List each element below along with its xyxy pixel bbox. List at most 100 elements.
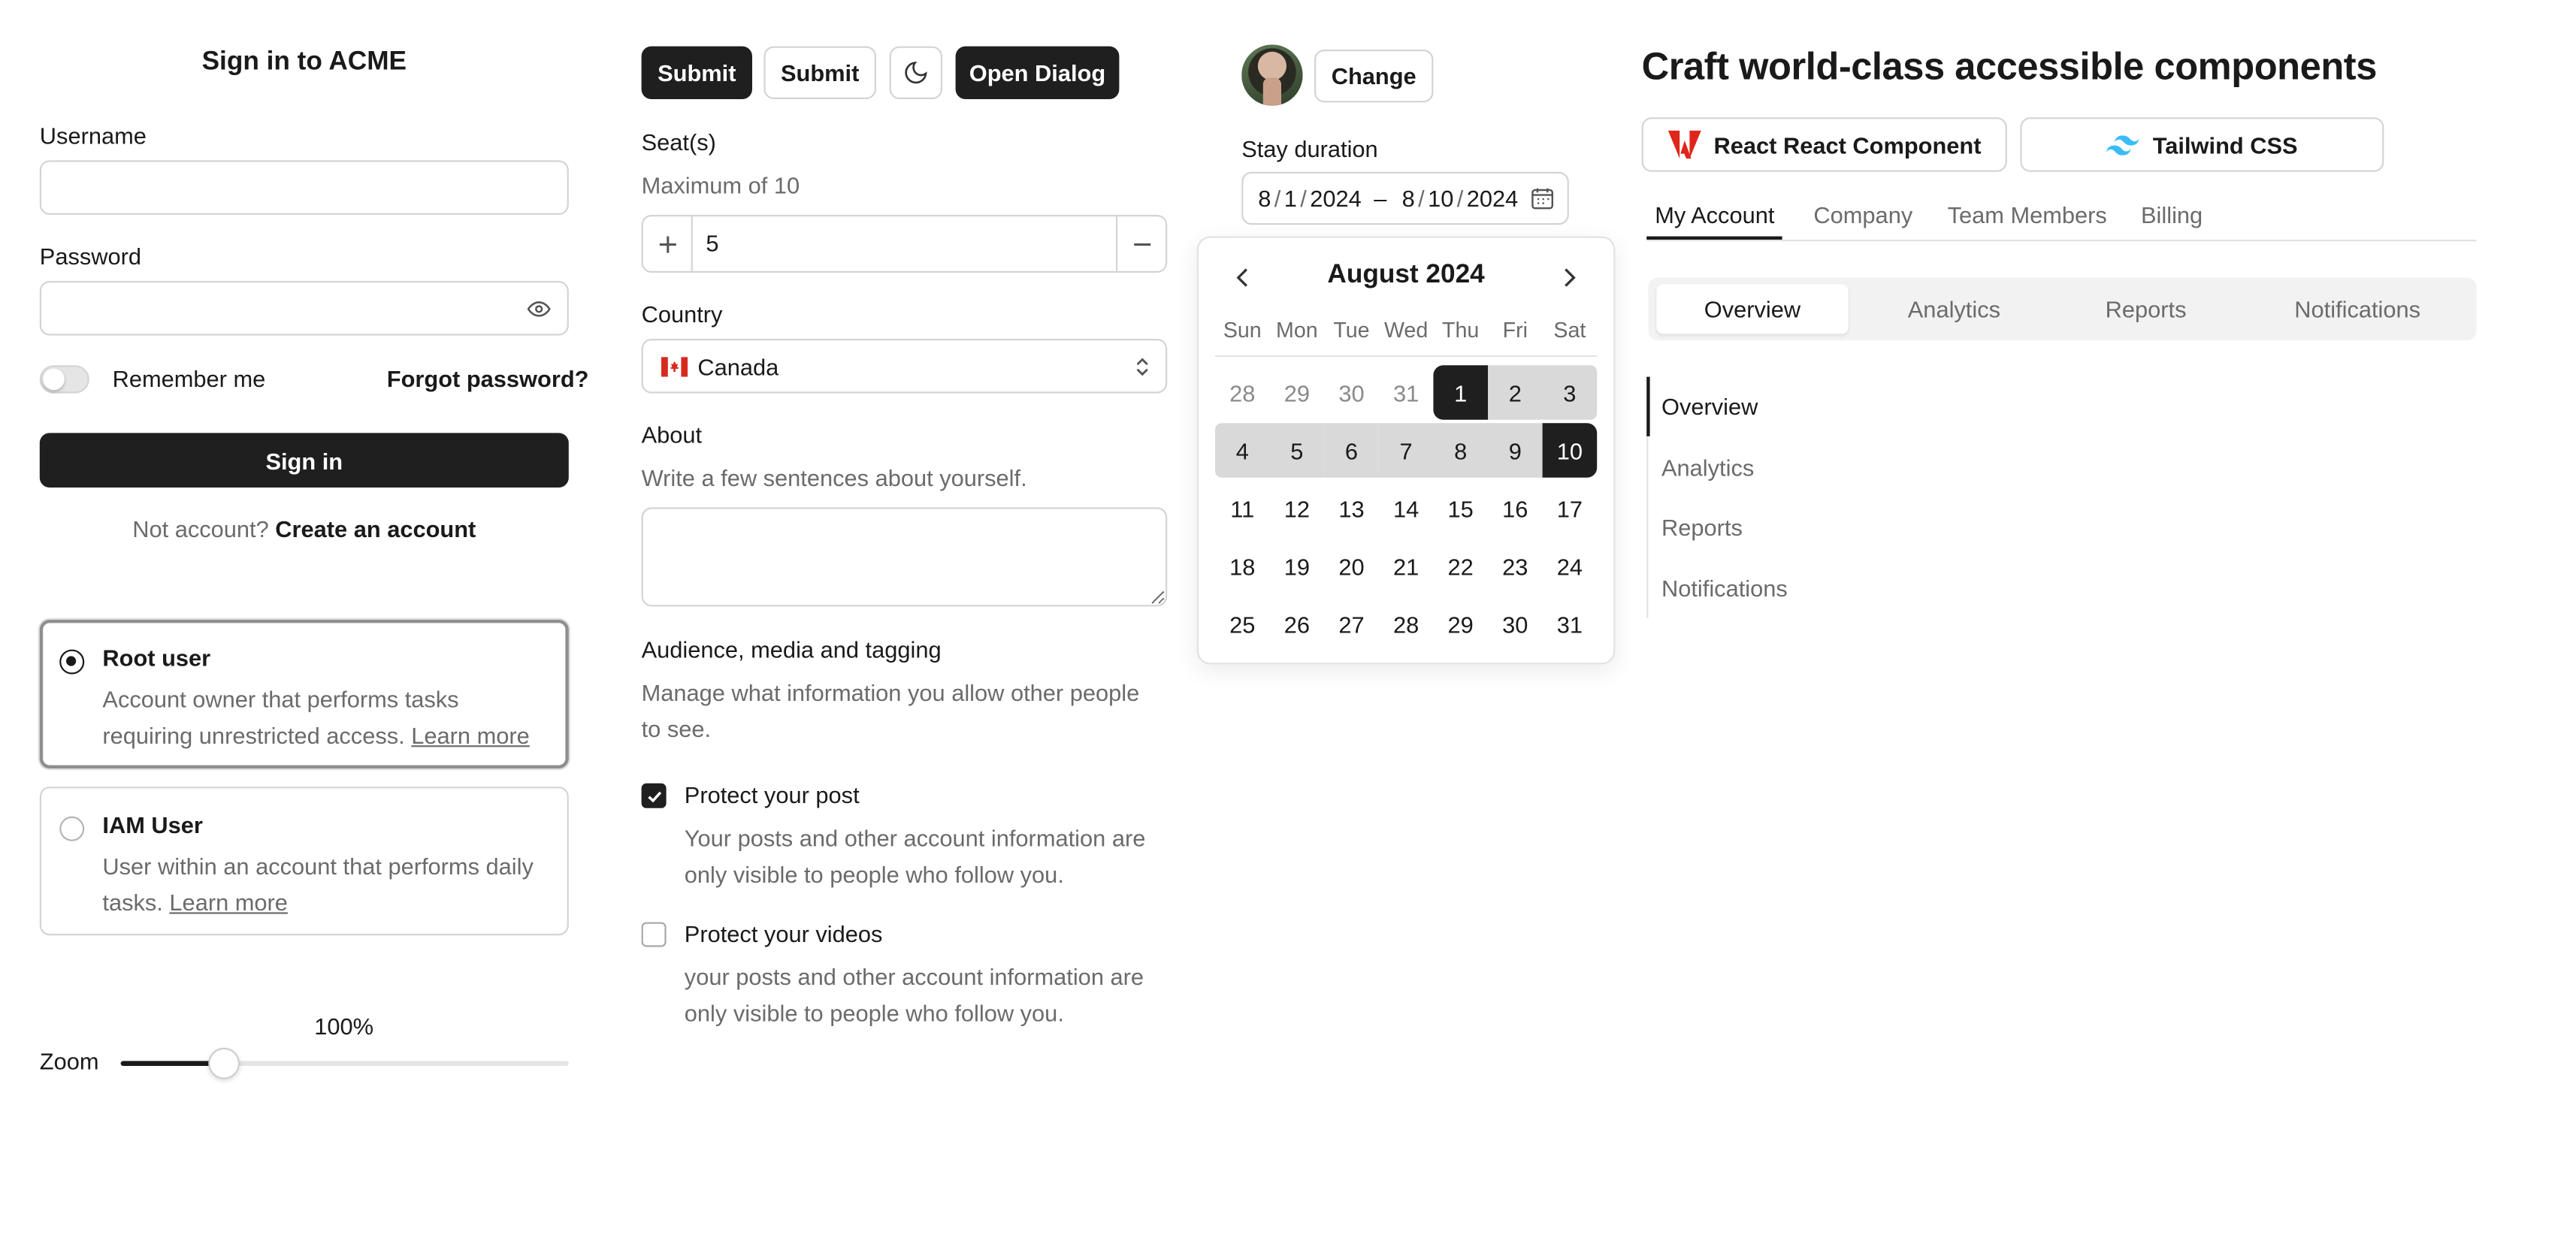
tab-team-members[interactable]: Team Members	[1948, 201, 2107, 228]
calendar-day[interactable]: 14	[1379, 481, 1434, 536]
remember-label: Remember me	[112, 365, 266, 392]
seats-hint: Maximum of 10	[641, 171, 800, 198]
start-date[interactable]: 8/1/2024	[1258, 185, 1362, 211]
eye-icon[interactable]	[527, 297, 551, 321]
calendar-day[interactable]: 28	[1379, 596, 1434, 651]
tab-company[interactable]: Company	[1813, 201, 1912, 228]
vertical-tab-notifications[interactable]: Notifications	[1661, 575, 1788, 602]
checkbox-protect-post[interactable]	[641, 783, 667, 808]
calendar-header-divider	[1215, 355, 1598, 358]
calendar-day[interactable]: 31	[1379, 365, 1434, 420]
calendar-day[interactable]: 29	[1270, 365, 1325, 420]
segmented-tab-notifications[interactable]: Notifications	[2250, 284, 2465, 334]
radio-title-root: Root user	[102, 645, 211, 672]
radio-card-iam-user[interactable]: IAM User User within an account that per…	[39, 787, 569, 936]
about-textarea[interactable]	[641, 507, 1168, 607]
check-icon	[647, 790, 661, 802]
date-range-input[interactable]: 8/1/2024 – 8/10/2024	[1241, 171, 1569, 225]
learn-more-link[interactable]: Learn more	[169, 889, 288, 916]
calendar-weekday: Wed	[1383, 317, 1429, 343]
tab-my-account[interactable]: My Account	[1655, 201, 1774, 228]
tab-my-account-indicator	[1646, 236, 1782, 240]
audience-description: Manage what information you allow other …	[641, 679, 1140, 742]
segmented-tab-analytics[interactable]: Analytics	[1855, 284, 2053, 334]
calendar-day[interactable]: 9	[1488, 423, 1543, 478]
calendar-weekday: Mon	[1276, 317, 1318, 343]
calendar-day[interactable]: 11	[1215, 481, 1270, 536]
minus-icon	[1133, 242, 1150, 246]
open-dialog-button[interactable]: Open Dialog	[955, 46, 1120, 99]
calendar-day[interactable]: 24	[1543, 539, 1598, 593]
avatar[interactable]	[1241, 44, 1303, 106]
zoom-label: Zoom	[39, 1047, 99, 1074]
protect-videos-description: your posts and other account information…	[684, 963, 1144, 1027]
seats-value[interactable]: 5	[706, 230, 718, 256]
calendar-day[interactable]: 27	[1324, 596, 1379, 651]
submit-secondary-button[interactable]: Submit	[763, 46, 876, 99]
calendar-day[interactable]: 7	[1378, 423, 1434, 478]
create-account-link[interactable]: Create an account	[275, 515, 476, 542]
calendar-day[interactable]: 6	[1324, 423, 1379, 478]
signin-button[interactable]: Sign in	[39, 433, 569, 488]
radio-desc-iam: User within an account that performs dai…	[102, 853, 534, 916]
change-avatar-button[interactable]: Change	[1314, 50, 1434, 103]
calendar-day[interactable]: 17	[1543, 481, 1598, 536]
calendar-day[interactable]: 26	[1270, 596, 1325, 651]
theme-toggle-button[interactable]	[889, 46, 942, 99]
radio-title-iam: IAM User	[102, 811, 203, 838]
forgot-password-link[interactable]: Forgot password?	[387, 365, 589, 391]
radio-unselected[interactable]	[59, 816, 85, 841]
plus-icon	[658, 235, 676, 252]
vertical-tab-indicator	[1646, 376, 1650, 436]
country-select[interactable]: Canada	[641, 339, 1168, 394]
segmented-tab-reports[interactable]: Reports	[2051, 284, 2240, 334]
remember-toggle[interactable]	[39, 365, 89, 394]
decrement-button[interactable]	[1116, 216, 1166, 271]
username-input[interactable]	[39, 160, 569, 215]
zoom-slider-thumb[interactable]	[208, 1047, 240, 1079]
calendar-day[interactable]: 20	[1324, 539, 1379, 593]
calendar-icon[interactable]	[1531, 187, 1554, 210]
increment-button[interactable]	[643, 216, 693, 271]
checkbox-protect-videos[interactable]	[641, 922, 667, 947]
calendar-day[interactable]: 8	[1433, 423, 1488, 478]
calendar-day-range-end[interactable]: 10	[1542, 423, 1598, 478]
calendar-day[interactable]: 13	[1324, 481, 1379, 536]
calendar-day[interactable]: 4	[1215, 423, 1270, 478]
vertical-tab-analytics[interactable]: Analytics	[1661, 454, 1754, 481]
vertical-tab-reports[interactable]: Reports	[1661, 514, 1743, 540]
calendar-day[interactable]: 22	[1433, 539, 1488, 593]
segmented-tab-overview[interactable]: Overview	[1656, 284, 1849, 334]
radio-selected[interactable]	[59, 649, 85, 675]
calendar-day[interactable]: 30	[1488, 596, 1543, 651]
submit-primary-button[interactable]: Submit	[641, 46, 752, 99]
calendar-day[interactable]: 12	[1270, 481, 1325, 536]
calendar-day-range-start[interactable]: 1	[1433, 365, 1488, 420]
calendar-day[interactable]: 21	[1379, 539, 1434, 593]
calendar-day[interactable]: 29	[1433, 596, 1488, 651]
chevron-right-icon[interactable]	[1561, 266, 1577, 289]
calendar-day[interactable]: 23	[1488, 539, 1543, 593]
calendar-day[interactable]: 25	[1215, 596, 1270, 651]
radio-card-root-user[interactable]: Root user Account owner that performs ta…	[39, 620, 569, 768]
zoom-slider-track[interactable]	[120, 1047, 569, 1079]
calendar-day[interactable]: 16	[1488, 481, 1543, 536]
vertical-tab-overview[interactable]: Overview	[1661, 394, 1758, 420]
calendar-day[interactable]: 2	[1488, 365, 1543, 420]
password-input[interactable]	[39, 281, 569, 336]
calendar-day[interactable]: 28	[1215, 365, 1270, 420]
calendar-day[interactable]: 3	[1542, 365, 1598, 420]
calendar-day[interactable]: 18	[1215, 539, 1270, 593]
protect-post-description: Your posts and other account information…	[684, 824, 1146, 888]
tailwind-css-button[interactable]: Tailwind CSS	[2020, 117, 2384, 172]
calendar-day[interactable]: 15	[1433, 481, 1488, 536]
end-date[interactable]: 8/10/2024	[1402, 185, 1519, 211]
tab-billing[interactable]: Billing	[2141, 201, 2203, 228]
calendar-day[interactable]: 30	[1324, 365, 1379, 420]
react-component-button[interactable]: React React Component	[1641, 117, 2007, 172]
learn-more-link[interactable]: Learn more	[411, 722, 530, 748]
about-label: About	[641, 421, 703, 448]
calendar-day[interactable]: 19	[1270, 539, 1325, 593]
calendar-day[interactable]: 5	[1269, 423, 1325, 478]
calendar-day[interactable]: 31	[1543, 596, 1598, 651]
